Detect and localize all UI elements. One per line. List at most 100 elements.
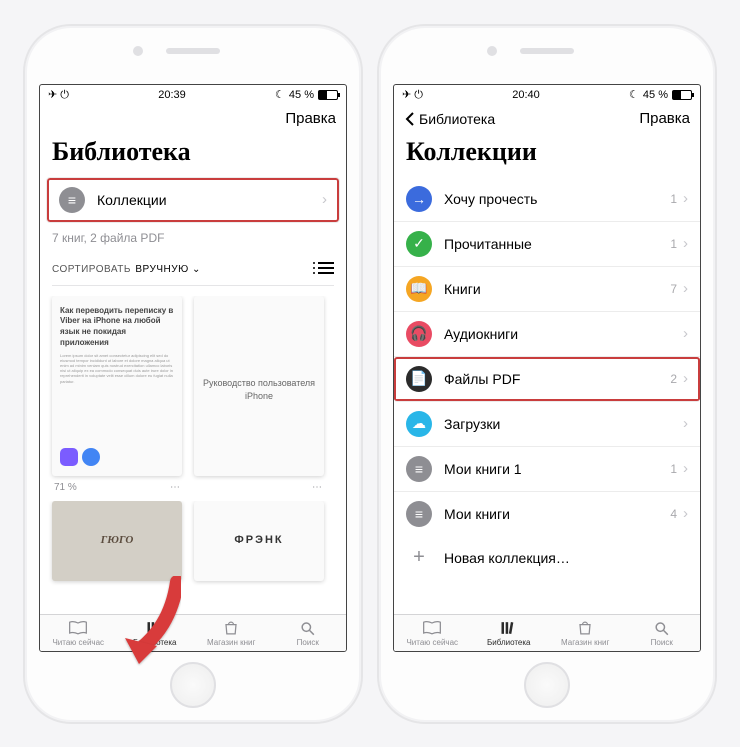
collection-label: Мои книги 1 [444,461,670,477]
battery-icon [318,90,338,100]
book-item[interactable]: Руководство пользователя iPhone ⋯ [194,296,324,499]
sort-label: СОРТИРОВАТЬ [52,264,131,275]
chevron-right-icon: › [683,415,688,432]
tab-library[interactable]: Библиотека [117,615,194,651]
chevron-right-icon: › [683,325,688,342]
camera [487,46,497,56]
chevron-right-icon: › [683,505,688,522]
collection-icon: ≡ [406,456,432,482]
collection-label: Файлы PDF [444,371,670,387]
status-left-icons: ✈︎ ⏻ [48,88,69,102]
tab-label: Читаю сейчас [52,638,104,647]
nav-bar: Правка [40,105,346,133]
collection-row[interactable]: ≡Мои книги4› [394,492,700,536]
collection-count: 4 [670,507,677,521]
camera [133,46,143,56]
tab-bar: Читаю сейчас Библиотека Магазин книг Пои… [40,614,346,651]
home-button[interactable] [524,662,570,708]
book-item[interactable]: ГЮГО [52,501,182,614]
back-label: Библиотека [419,111,495,127]
screen-left: ✈︎ ⏻ 20:39 ☾ 45 % Правка Библиотека ≡ Ко… [39,84,347,652]
collection-count: 1 [670,237,677,251]
library-icon [499,620,519,636]
chevron-right-icon: › [683,235,688,252]
back-button[interactable]: Библиотека [404,111,495,127]
book-item[interactable]: Как переводить переписку в Viber на iPho… [52,296,182,499]
tab-reading-now[interactable]: Читаю сейчас [394,615,471,651]
chevron-left-icon [404,111,416,127]
list-view-icon[interactable] [318,262,334,274]
tab-label: Библиотека [487,638,531,647]
screen-right: ✈︎ ⏻ 20:40 ☾ 45 % Библиотека Правка Колл… [393,84,701,652]
tab-label: Читаю сейчас [406,638,458,647]
chevron-right-icon: › [683,460,688,477]
collection-row[interactable]: →Хочу прочесть1› [394,177,700,222]
book-progress: 71 %⋯ [52,476,182,499]
collections-row[interactable]: ≡ Коллекции › [46,177,340,223]
chevron-right-icon: › [322,191,327,208]
plus-icon: + [406,545,432,571]
collection-row[interactable]: 🎧Аудиокниги› [394,312,700,357]
bag-icon [221,620,241,636]
bag-icon [575,620,595,636]
collection-icon: ☁ [406,411,432,437]
status-left-icons: ✈︎ ⏻ [402,88,423,102]
tab-library[interactable]: Библиотека [471,615,548,651]
tab-store[interactable]: Магазин книг [547,615,624,651]
page-title: Коллекции [406,137,688,167]
collection-icon: 📖 [406,276,432,302]
page-title: Библиотека [52,137,334,167]
chevron-right-icon: › [683,190,688,207]
collections-label: Коллекции [97,192,322,208]
collection-icon: → [406,186,432,212]
tab-label: Поиск [651,638,673,647]
book-progress: ⋯ [194,476,324,499]
status-time: 20:40 [512,89,540,101]
chevron-right-icon: › [683,370,688,387]
tab-store[interactable]: Магазин книг [193,615,270,651]
collection-row[interactable]: ≡Мои книги 11› [394,447,700,492]
tab-label: Поиск [297,638,319,647]
collection-row[interactable]: 📄Файлы PDF2› [394,357,700,402]
tab-label: Магазин книг [207,638,255,647]
search-icon [652,620,672,636]
collection-row[interactable]: 📖Книги7› [394,267,700,312]
book-open-icon [68,620,88,636]
book-cover: ГЮГО [52,501,182,581]
tab-label: Магазин книг [561,638,609,647]
book-item[interactable]: ФРЭНК [194,501,324,614]
speaker [166,48,220,54]
tab-bar: Читаю сейчас Библиотека Магазин книг Пои… [394,614,700,651]
nav-bar: Библиотека Правка [394,105,700,133]
tab-search[interactable]: Поиск [624,615,701,651]
tab-search[interactable]: Поиск [270,615,347,651]
collection-label: Аудиокниги [444,326,683,342]
collections-list: →Хочу прочесть1›✓Прочитанные1›📖Книги7›🎧А… [394,177,700,536]
battery-moon-icon: ☾ [629,88,639,101]
book-title: Руководство пользователя iPhone [202,377,316,401]
book-open-icon [422,620,442,636]
tab-reading-now[interactable]: Читаю сейчас [40,615,117,651]
edit-button[interactable]: Правка [639,110,690,127]
status-bar: ✈︎ ⏻ 20:39 ☾ 45 % [40,85,346,105]
edit-button[interactable]: Правка [285,110,336,127]
book-cover: ФРЭНК [194,501,324,581]
collection-label: Книги [444,281,670,297]
book-app-icons [60,448,174,466]
collection-row[interactable]: ☁Загрузки› [394,402,700,447]
battery-moon-icon: ☾ [275,88,285,101]
book-grid-row2: ГЮГО ФРЭНК [40,501,346,614]
collection-row[interactable]: ✓Прочитанные1› [394,222,700,267]
battery-icon [672,90,692,100]
book-cover: Как переводить переписку в Viber на iPho… [52,296,182,476]
library-icon [145,620,165,636]
sort-row[interactable]: СОРТИРОВАТЬ ВРУЧНУЮ ⌄ [40,251,346,281]
sort-value[interactable]: ВРУЧНУЮ ⌄ [135,264,201,275]
collection-label: Мои книги [444,506,670,522]
collections-icon: ≡ [59,187,85,213]
new-collection-row[interactable]: + Новая коллекция… [394,536,700,580]
collection-count: 7 [670,282,677,296]
new-collection-label: Новая коллекция… [444,550,688,566]
home-button[interactable] [170,662,216,708]
book-title: Как переводить переписку в Viber на iPho… [60,306,174,349]
